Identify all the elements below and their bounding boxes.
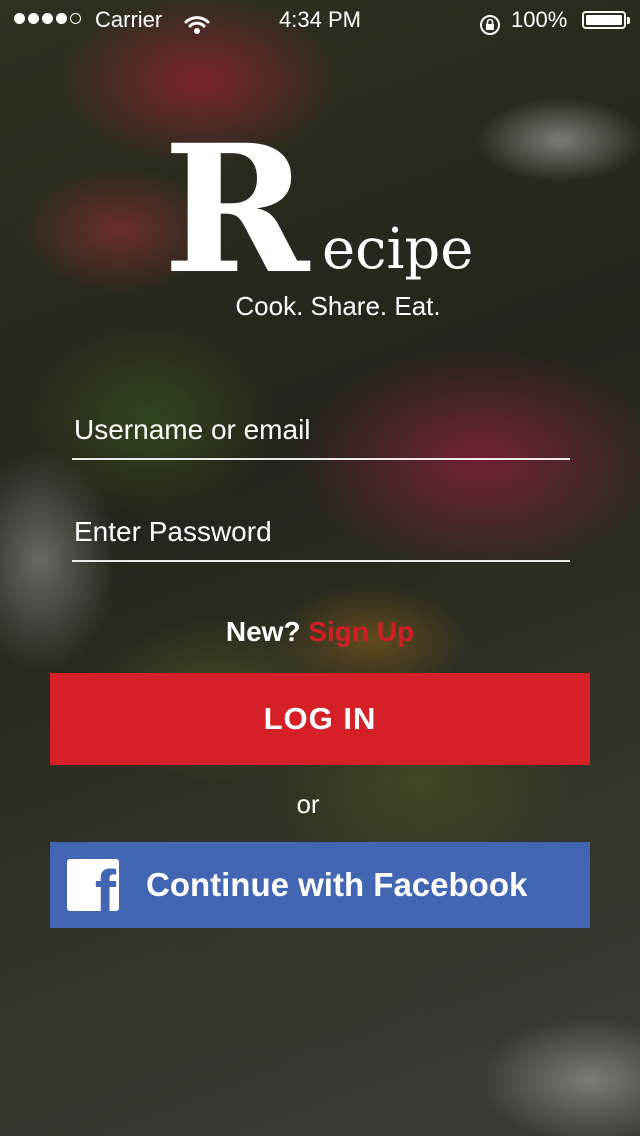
rotation-lock-icon: [478, 9, 502, 49]
signup-link[interactable]: Sign Up: [308, 616, 414, 647]
battery-percentage: 100%: [511, 7, 568, 32]
status-bar: Carrier 4:34 PM 100%: [0, 0, 640, 40]
password-field: [72, 508, 570, 562]
signup-row: New? Sign Up: [0, 612, 640, 652]
logo-wordmark: ecipe: [322, 217, 474, 282]
tagline: Cook. Share. Eat.: [235, 291, 441, 321]
or-divider: or: [296, 789, 320, 819]
username-field: [72, 406, 570, 460]
logo-initial: R: [163, 106, 310, 313]
username-input[interactable]: [74, 410, 564, 450]
login-button[interactable]: LOG IN: [50, 673, 590, 765]
password-input[interactable]: [74, 512, 564, 552]
facebook-button-label: Continue with Facebook: [146, 866, 528, 903]
facebook-login-button[interactable]: f Continue with Facebook: [50, 842, 590, 928]
battery-icon: [582, 11, 630, 29]
signup-prompt: New?: [225, 616, 301, 647]
facebook-icon: f: [67, 859, 119, 911]
login-screen: Carrier 4:34 PM 100% R ecipe Cook. Share…: [0, 0, 640, 1136]
